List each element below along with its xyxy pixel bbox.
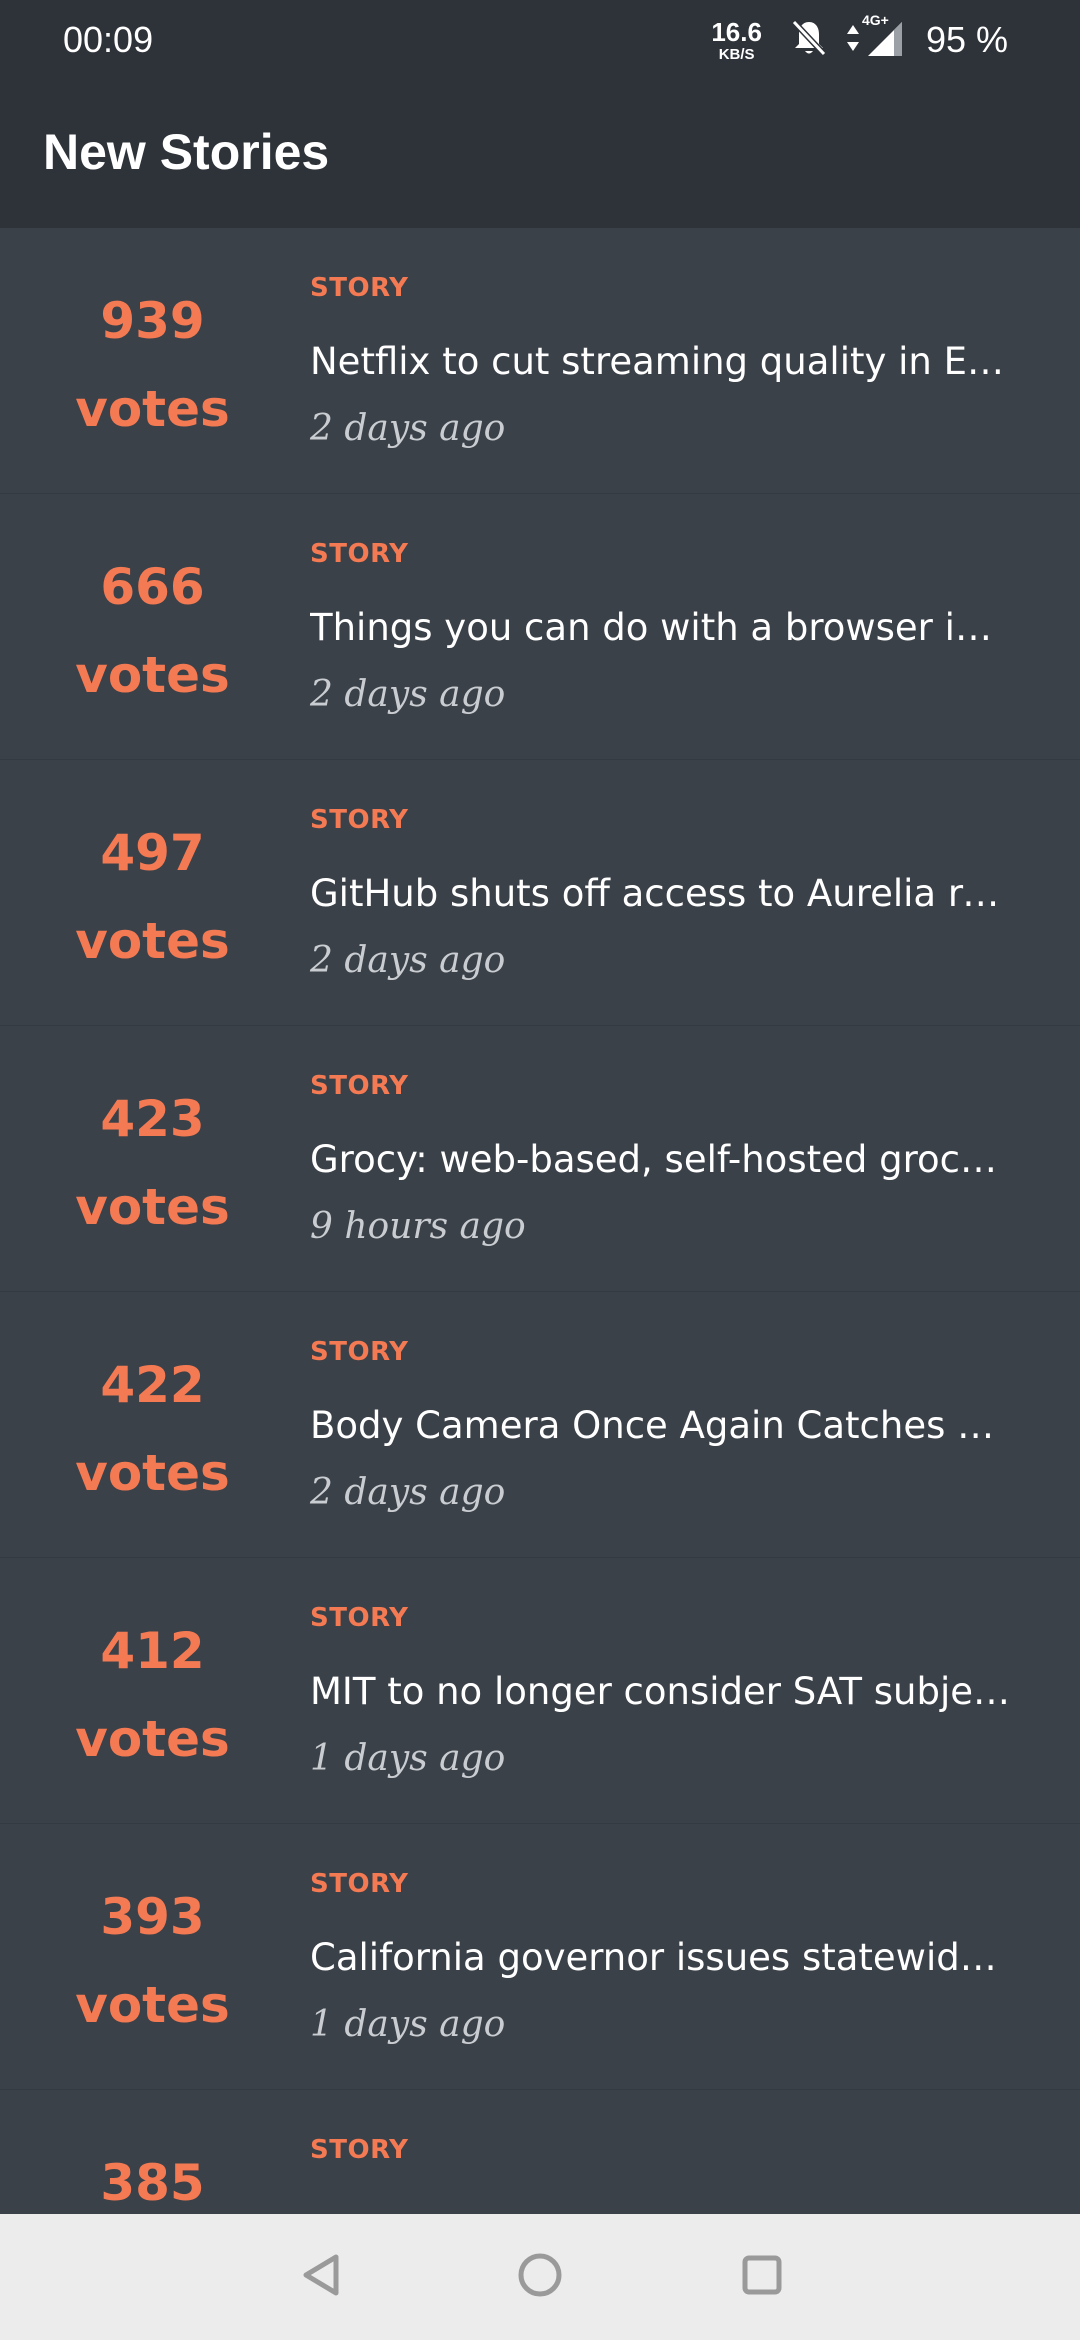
list-item[interactable]: 666 votes STORY Things you can do with a… bbox=[0, 494, 1080, 760]
vote-count: 422 votes bbox=[0, 1292, 305, 1558]
recents-button[interactable] bbox=[729, 2244, 795, 2310]
list-item[interactable]: 422 votes STORY Body Camera Once Again C… bbox=[0, 1292, 1080, 1558]
list-item[interactable]: 497 votes STORY GitHub shuts off access … bbox=[0, 760, 1080, 1026]
vote-count: 412 votes bbox=[0, 1558, 305, 1824]
story-type: STORY bbox=[310, 1603, 409, 1633]
votes-number: 393 bbox=[100, 1888, 205, 1946]
list-item[interactable]: 423 votes STORY Grocy: web-based, self-h… bbox=[0, 1026, 1080, 1292]
votes-number: 412 bbox=[100, 1622, 205, 1680]
story-type: STORY bbox=[310, 273, 409, 303]
vote-count: 497 votes bbox=[0, 760, 305, 1026]
votes-number: 497 bbox=[100, 824, 205, 882]
vote-count: 385 bbox=[0, 2090, 305, 2214]
status-time: 00:09 bbox=[63, 19, 154, 60]
story-title[interactable]: Grocy: web-based, self-hosted grocer... bbox=[310, 1136, 1010, 1184]
story-type: STORY bbox=[310, 1337, 409, 1367]
votes-number: 939 bbox=[100, 292, 205, 350]
story-title[interactable]: Things you can do with a browser in ... bbox=[310, 604, 1010, 652]
story-time: 1 days ago bbox=[310, 2004, 506, 2045]
votes-number: 385 bbox=[100, 2154, 205, 2212]
story-type: STORY bbox=[310, 805, 409, 835]
vote-count: 939 votes bbox=[0, 228, 305, 494]
signal-icon: 4G+ bbox=[862, 12, 904, 62]
page-title: New Stories bbox=[43, 124, 330, 180]
votes-label: votes bbox=[75, 1976, 230, 2034]
system-nav-bar bbox=[0, 2214, 1080, 2340]
story-type: STORY bbox=[310, 1869, 409, 1899]
story-time: 1 days ago bbox=[310, 1738, 506, 1779]
story-type: STORY bbox=[310, 1071, 409, 1101]
list-item[interactable]: 939 votes STORY Netflix to cut streaming… bbox=[0, 228, 1080, 494]
data-arrows-icon bbox=[846, 23, 860, 57]
story-title[interactable]: MIT to no longer consider SAT subjec... bbox=[310, 1668, 1010, 1716]
app-bar: New Stories bbox=[0, 80, 1080, 228]
story-title[interactable]: California governor issues statewide '..… bbox=[310, 1934, 1010, 1982]
home-icon bbox=[516, 2251, 564, 2303]
bell-off-icon bbox=[790, 18, 828, 62]
network-speed-value: 16.6 bbox=[711, 16, 762, 47]
network-speed: 16.6 KB/S bbox=[711, 19, 762, 62]
story-title[interactable]: Netflix to cut streaming quality in Eu..… bbox=[310, 338, 1010, 386]
vote-count: 393 votes bbox=[0, 1824, 305, 2090]
vote-count: 666 votes bbox=[0, 494, 305, 760]
story-time: 2 days ago bbox=[310, 1472, 506, 1513]
story-list[interactable]: 939 votes STORY Netflix to cut streaming… bbox=[0, 228, 1080, 2214]
status-icons: 16.6 KB/S 4G+ 95 % bbox=[711, 12, 1008, 66]
network-speed-unit: KB/S bbox=[718, 45, 755, 63]
home-button[interactable] bbox=[507, 2244, 573, 2310]
votes-label: votes bbox=[75, 380, 230, 438]
votes-label: votes bbox=[75, 1710, 230, 1768]
story-title[interactable]: GitHub shuts off access to Aurelia re... bbox=[310, 870, 1010, 918]
votes-label: votes bbox=[75, 912, 230, 970]
status-bar: 00:09 16.6 KB/S 4G+ 95 % bbox=[0, 0, 1080, 80]
recents-icon bbox=[740, 2253, 784, 2301]
battery-percentage: 95 % bbox=[925, 19, 1008, 60]
vote-count: 423 votes bbox=[0, 1026, 305, 1292]
votes-number: 422 bbox=[100, 1356, 205, 1414]
story-time: 2 days ago bbox=[310, 674, 506, 715]
story-time: 2 days ago bbox=[310, 408, 506, 449]
votes-number: 666 bbox=[100, 558, 205, 616]
votes-label: votes bbox=[75, 1444, 230, 1502]
story-time: 9 hours ago bbox=[310, 1206, 526, 1247]
list-item[interactable]: 412 votes STORY MIT to no longer conside… bbox=[0, 1558, 1080, 1824]
back-icon bbox=[298, 2251, 342, 2303]
network-type: 4G+ bbox=[861, 12, 889, 28]
story-type: STORY bbox=[310, 2135, 409, 2165]
votes-number: 423 bbox=[100, 1090, 205, 1148]
votes-label: votes bbox=[75, 1178, 230, 1236]
votes-label: votes bbox=[75, 646, 230, 704]
list-item[interactable]: 393 votes STORY California governor issu… bbox=[0, 1824, 1080, 2090]
back-button[interactable] bbox=[287, 2244, 353, 2310]
story-time: 2 days ago bbox=[310, 940, 506, 981]
story-title[interactable]: Body Camera Once Again Catches a... bbox=[310, 1402, 1010, 1450]
story-type: STORY bbox=[310, 539, 409, 569]
list-item[interactable]: 385 STORY bbox=[0, 2090, 1080, 2214]
